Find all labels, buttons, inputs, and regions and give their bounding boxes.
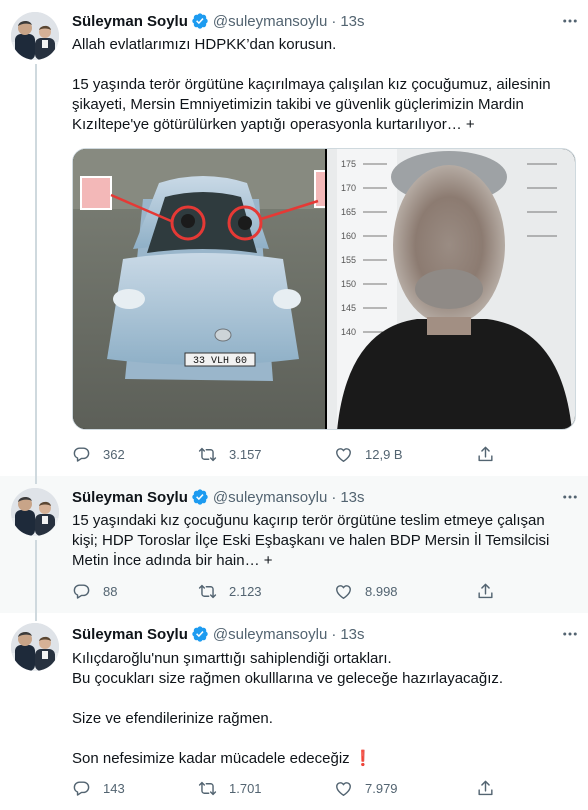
avatar[interactable] (11, 623, 59, 671)
ruler-mark: 160 (341, 231, 356, 241)
timestamp[interactable]: 13s (340, 13, 364, 30)
author-handle[interactable]: @suleymansoylu (213, 489, 327, 506)
separator-dot: · (331, 488, 337, 506)
more-icon[interactable] (560, 11, 580, 31)
reply-icon (72, 779, 91, 798)
share-button[interactable] (476, 581, 507, 601)
retweet-button[interactable]: 1.701 (198, 778, 262, 798)
retweet-icon (198, 779, 217, 798)
like-icon (334, 445, 353, 464)
reply-button[interactable]: 362 (72, 444, 125, 464)
tweet-3[interactable]: Süleyman Soylu @suleymansoylu · 13s Kılı… (0, 613, 588, 810)
separator-dot: · (331, 12, 337, 30)
ruler-mark: 145 (341, 303, 356, 313)
ruler-mark: 155 (341, 255, 356, 265)
more-icon[interactable] (560, 487, 580, 507)
tweet-paragraph: Bu çocukları size rağmen okulllarına ve … (72, 670, 504, 687)
share-icon (476, 582, 495, 601)
media-photo-car[interactable]: 33 VLH 60 (73, 149, 328, 429)
avatar[interactable] (11, 12, 59, 60)
retweet-button[interactable]: 2.123 (198, 581, 262, 601)
timestamp[interactable]: 13s (340, 626, 364, 643)
ruler-mark: 170 (341, 183, 356, 193)
tweet-paragraph: Son nefesimize kadar mücadele edeceğiz ❗ (72, 750, 373, 767)
ruler-mark: 175 (341, 159, 356, 169)
thread-line (35, 64, 37, 476)
retweet-count: 3.157 (229, 446, 262, 462)
author-name[interactable]: Süleyman Soylu (72, 626, 188, 643)
avatar-image (11, 12, 59, 60)
tweet-paragraph (72, 689, 572, 709)
like-icon (334, 582, 353, 601)
ruler-mark: 140 (341, 327, 356, 337)
like-count: 12,9 B (365, 446, 403, 462)
retweet-button[interactable]: 3.157 (198, 444, 262, 464)
tweet-header: Süleyman Soylu @suleymansoylu · 13s (72, 624, 365, 644)
media-photo-mugshot[interactable]: 175 170 165 160 155 150 145 140 (327, 149, 575, 429)
reply-button[interactable]: 88 (72, 581, 117, 601)
tweet-text: Allah evlatlarımızı HDPKK’dan korusun. 1… (72, 35, 572, 135)
tweet-2[interactable]: Süleyman Soylu @suleymansoylu · 13s 15 y… (0, 476, 588, 613)
tweet-paragraph: Size ve efendilerinize rağmen. (72, 710, 273, 727)
like-button[interactable]: 8.998 (334, 581, 398, 601)
avatar-image (11, 623, 59, 671)
retweet-icon (198, 582, 217, 601)
tweet-paragraph (72, 55, 572, 75)
tweet-actions: 88 2.123 8.998 (72, 581, 506, 601)
like-button[interactable]: 12,9 B (334, 444, 403, 464)
tweet-paragraph (72, 729, 572, 749)
verified-badge-icon (191, 12, 209, 30)
reply-count: 362 (103, 446, 125, 462)
like-count: 8.998 (365, 583, 398, 599)
reply-count: 88 (103, 583, 118, 599)
avatar[interactable] (11, 488, 59, 536)
like-button[interactable]: 7.979 (334, 778, 398, 798)
share-icon (476, 779, 495, 798)
tweet-header: Süleyman Soylu @suleymansoylu · 13s (72, 487, 365, 507)
separator-dot: · (331, 625, 337, 643)
license-plate: 33 VLH 60 (193, 356, 247, 367)
timestamp[interactable]: 13s (340, 489, 364, 506)
reply-button[interactable]: 143 (72, 778, 125, 798)
tweet-1[interactable]: Süleyman Soylu @suleymansoylu · 13s Alla… (0, 0, 588, 476)
more-icon[interactable] (560, 624, 580, 644)
like-count: 7.979 (365, 780, 398, 796)
media-grid[interactable]: 33 VLH 60 175 170 165 160 155 150 145 14… (72, 148, 576, 430)
author-name[interactable]: Süleyman Soylu (72, 489, 188, 506)
avatar-image (11, 488, 59, 536)
verified-badge-icon (191, 625, 209, 643)
like-icon (334, 779, 353, 798)
tweet-paragraph: 15 yaşında terör örgütüne kaçırılmaya ça… (72, 76, 551, 133)
tweet-text: Kılıçdaroğlu'nun şımarttığı sahiplendiği… (72, 649, 572, 769)
share-button[interactable] (476, 444, 507, 464)
thread-line (35, 540, 37, 613)
retweet-count: 1.701 (229, 780, 262, 796)
thread-line (35, 613, 37, 621)
author-name[interactable]: Süleyman Soylu (72, 13, 188, 30)
reply-icon (72, 445, 91, 464)
retweet-count: 2.123 (229, 583, 262, 599)
tweet-header: Süleyman Soylu @suleymansoylu · 13s (72, 11, 365, 31)
ruler-mark: 165 (341, 207, 356, 217)
author-handle[interactable]: @suleymansoylu (213, 13, 327, 30)
tweet-paragraph: 15 yaşındaki kız çocuğunu kaçırıp terör … (72, 512, 550, 569)
tweet-paragraph: Allah evlatlarımızı HDPKK’dan korusun. (72, 36, 337, 53)
tweet-paragraph: Kılıçdaroğlu'nun şımarttığı sahiplendiği… (72, 650, 392, 667)
thread-line (35, 476, 37, 484)
author-handle[interactable]: @suleymansoylu (213, 626, 327, 643)
tweet-actions: 362 3.157 12,9 B (72, 444, 506, 464)
verified-badge-icon (191, 488, 209, 506)
ruler-mark: 150 (341, 279, 356, 289)
share-button[interactable] (476, 778, 507, 798)
reply-icon (72, 582, 91, 601)
tweet-actions: 143 1.701 7.979 (72, 778, 506, 798)
share-icon (476, 445, 495, 464)
reply-count: 143 (103, 780, 125, 796)
retweet-icon (198, 445, 217, 464)
tweet-text: 15 yaşındaki kız çocuğunu kaçırıp terör … (72, 511, 572, 571)
